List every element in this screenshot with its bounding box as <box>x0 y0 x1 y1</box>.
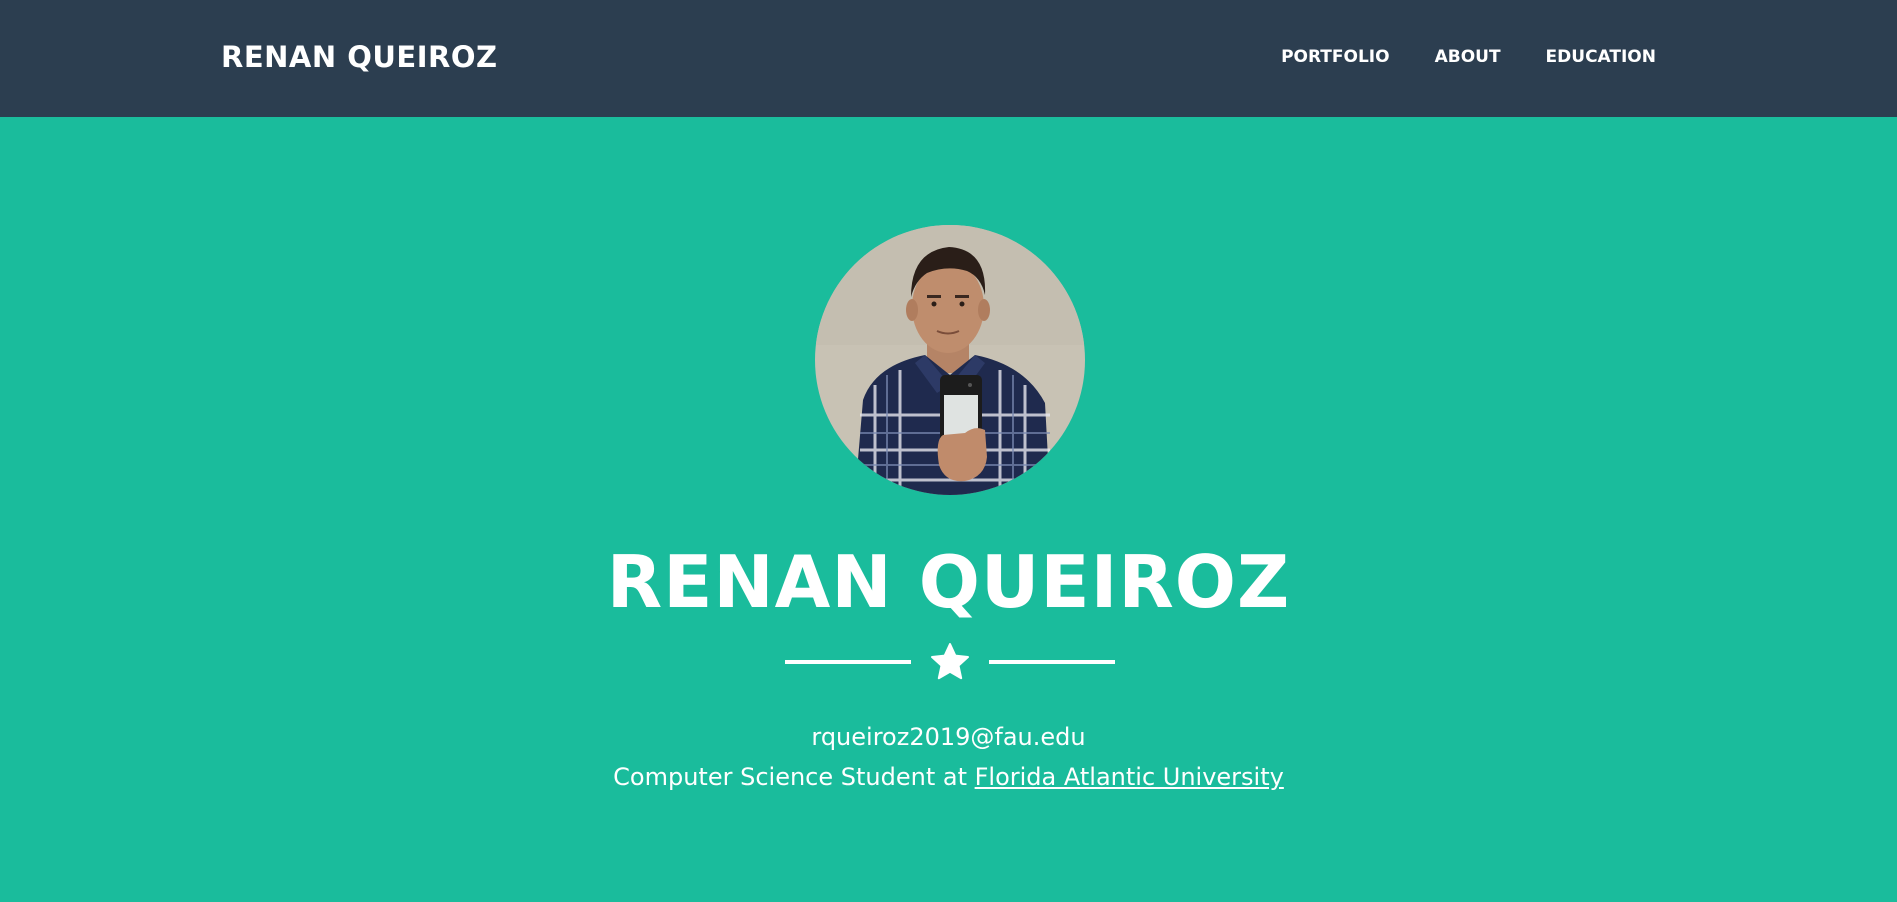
hero-title: RENAN QUEIROZ <box>606 540 1291 624</box>
avatar <box>815 225 1085 495</box>
hero-section: RENAN QUEIROZ rqueiroz2019@fau.edu Compu… <box>0 117 1897 902</box>
contact-info: rqueiroz2019@fau.edu Computer Science St… <box>0 717 1897 797</box>
nav-links: PORTFOLIO ABOUT EDUCATION <box>1281 46 1656 68</box>
avatar-illustration <box>815 225 1085 495</box>
email-text: rqueiroz2019@fau.edu <box>811 723 1086 751</box>
subtitle-prefix: Computer Science Student at <box>613 763 975 791</box>
nav-link-about[interactable]: ABOUT <box>1435 46 1501 68</box>
nav-link-portfolio[interactable]: PORTFOLIO <box>1281 46 1390 68</box>
subtitle-text: Computer Science Student at Florida Atla… <box>0 757 1897 797</box>
star-divider <box>785 642 1115 682</box>
divider-line-right <box>989 660 1115 664</box>
university-link[interactable]: Florida Atlantic University <box>975 763 1284 791</box>
navbar: RENAN QUEIROZ PORTFOLIO ABOUT EDUCATION <box>0 0 1897 117</box>
star-icon <box>931 643 969 680</box>
brand-link[interactable]: RENAN QUEIROZ <box>221 39 498 75</box>
divider-line-left <box>785 660 911 664</box>
nav-link-education[interactable]: EDUCATION <box>1546 46 1656 68</box>
